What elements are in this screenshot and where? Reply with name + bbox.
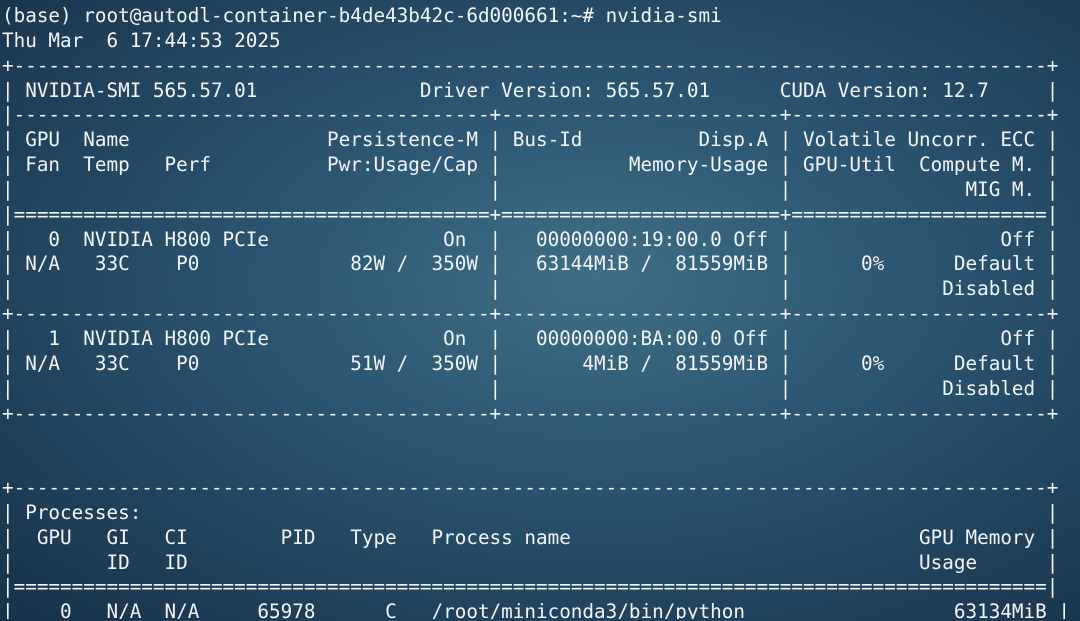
output-line: | | | Disabled | xyxy=(2,277,1059,301)
output-line: | Processes: | xyxy=(2,500,1059,524)
output-line: |=======================================… xyxy=(2,202,1059,226)
output-line: | N/A 33C P0 82W / 350W | 63144MiB / 815… xyxy=(2,252,1059,276)
timestamp: Thu Mar 6 17:44:53 2025 xyxy=(2,28,281,52)
output-line: | 1 NVIDIA H800 PCIe On | 00000000:BA:00… xyxy=(2,326,1059,350)
command-line: (base) root@autodl-container-b4de43b42c-… xyxy=(2,4,1078,29)
output-line: | 0 N/A N/A 65978 C /root/miniconda3/bin… xyxy=(2,600,1070,619)
output-line: | GPU GI CI PID Type Process name GPU Me… xyxy=(2,525,1059,549)
shell-prompt: (base) root@autodl-container-b4de43b42c-… xyxy=(2,4,595,27)
terminal-window[interactable]: (base) root@autodl-container-b4de43b42c-… xyxy=(2,4,1078,619)
output-line: |=======================================… xyxy=(2,575,1059,599)
output-line: +---------------------------------------… xyxy=(2,401,1059,425)
output-line: | NVIDIA-SMI 565.57.01 Driver Version: 5… xyxy=(2,78,1059,102)
output-line: | N/A 33C P0 51W / 350W | 4MiB / 81559Mi… xyxy=(2,351,1059,375)
output-line: +---------------------------------------… xyxy=(2,53,1059,77)
output-line: +---------------------------------------… xyxy=(2,476,1059,500)
command-text: nvidia-smi xyxy=(605,4,722,27)
nvidia-smi-output: +---------------------------------------… xyxy=(2,54,1078,619)
output-line: +---------------------------------------… xyxy=(2,302,1059,326)
output-line: | 0 NVIDIA H800 PCIe On | 00000000:19:00… xyxy=(2,227,1059,251)
output-line: | ID ID Usage | xyxy=(2,550,1059,574)
output-line: | GPU Name Persistence-M | Bus-Id Disp.A… xyxy=(2,128,1059,152)
output-line: |---------------------------------------… xyxy=(2,103,1059,127)
output-line: | | | MIG M. | xyxy=(2,177,1059,201)
output-line: | | | Disabled | xyxy=(2,376,1059,400)
output-line: | Fan Temp Perf Pwr:Usage/Cap | Memory-U… xyxy=(2,153,1059,177)
